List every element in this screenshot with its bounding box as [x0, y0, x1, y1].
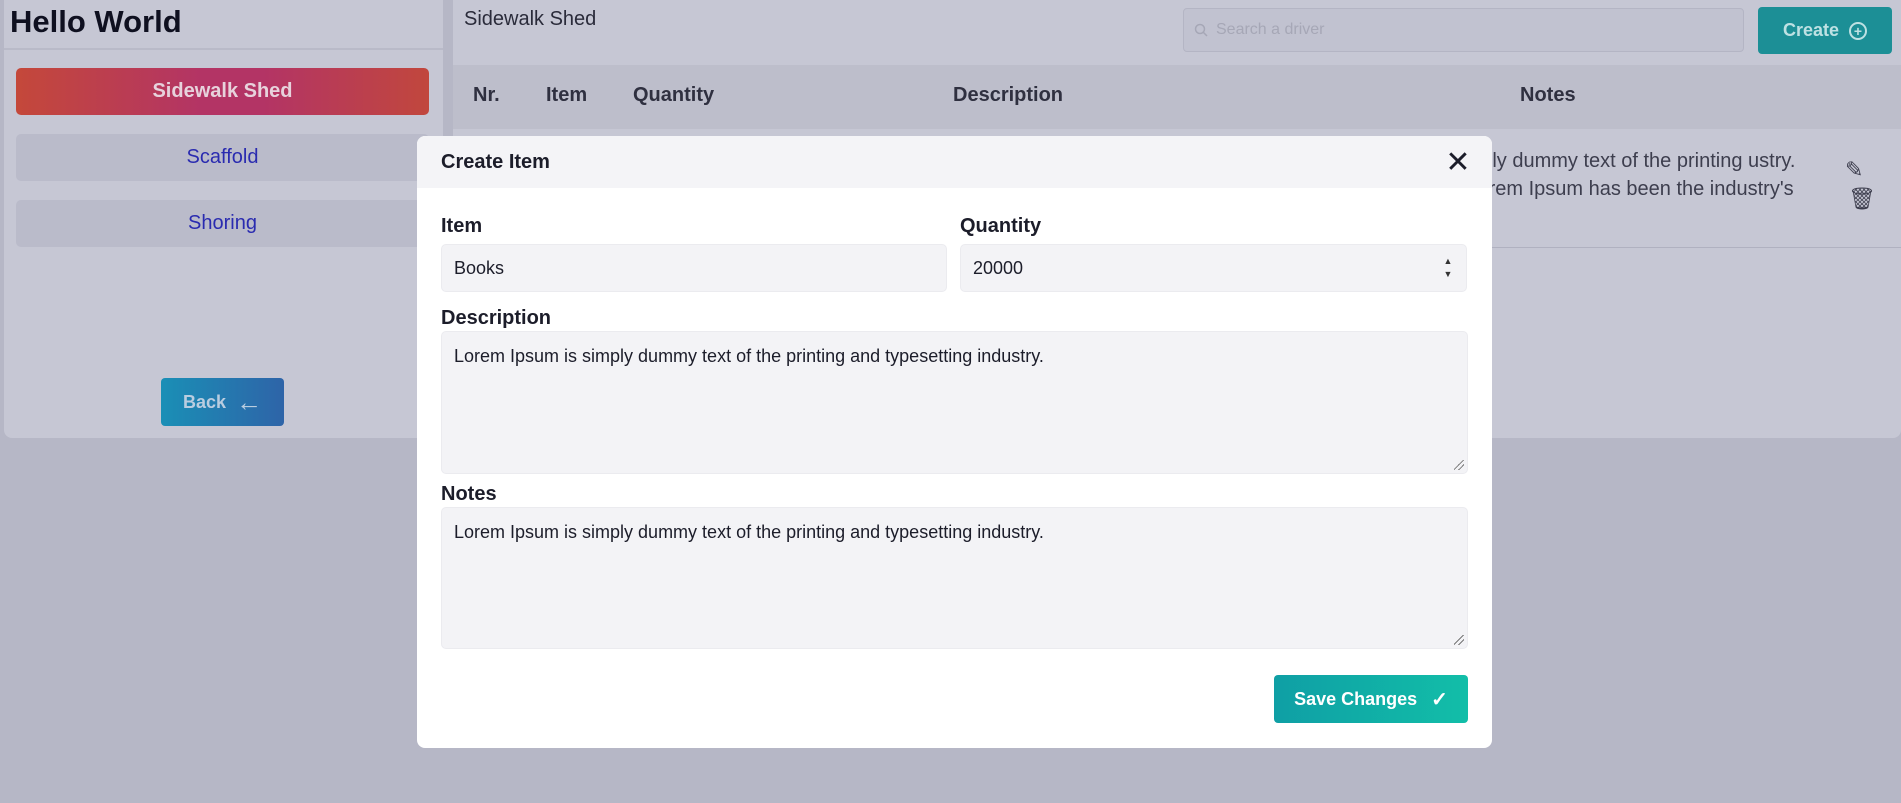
- column-header-item: Item: [546, 84, 588, 106]
- table-row-notes: mply dummy text of the printing ustry. L…: [1464, 150, 1796, 200]
- quantity-value: 20000: [973, 257, 1024, 278]
- app-title: Hello World: [10, 4, 182, 39]
- description-label: Description: [441, 307, 552, 329]
- notes-value: Lorem Ipsum is simply dummy text of the …: [454, 522, 1044, 542]
- page-title: Sidewalk Shed: [464, 8, 597, 30]
- notes-label: Notes: [441, 483, 497, 505]
- sidebar-item-shoring[interactable]: Shoring: [16, 200, 429, 247]
- item-value: Books: [454, 257, 505, 278]
- sidebar-item-sidewalk-shed[interactable]: Sidewalk Shed: [16, 68, 429, 115]
- trash-icon[interactable]: 🗑: [1848, 187, 1876, 212]
- sidebar-item-scaffold[interactable]: Scaffold: [16, 134, 429, 181]
- quantity-label: Quantity: [960, 215, 1042, 237]
- search-icon: [1194, 23, 1208, 37]
- search-placeholder: Search a driver: [1216, 21, 1325, 38]
- resize-handle[interactable]: [1454, 635, 1464, 645]
- create-button[interactable]: Create +: [1758, 7, 1892, 54]
- item-label: Item: [441, 215, 483, 237]
- check-icon: ✓: [1431, 688, 1448, 711]
- back-label: Back: [182, 391, 227, 412]
- column-header-description: Description: [953, 84, 1064, 106]
- edit-icon[interactable]: ✎: [1845, 158, 1863, 183]
- description-textarea[interactable]: Lorem Ipsum is simply dummy text of the …: [441, 331, 1468, 474]
- plus-circle-icon: +: [1849, 21, 1868, 40]
- search-input[interactable]: Search a driver: [1183, 8, 1744, 52]
- resize-handle[interactable]: [1454, 460, 1464, 470]
- column-header-nr: Nr.: [473, 84, 500, 106]
- back-button[interactable]: Back ←: [161, 378, 284, 426]
- item-input[interactable]: Books: [441, 244, 947, 292]
- column-header-notes: Notes: [1520, 84, 1576, 106]
- back-arrow-icon: ←: [236, 387, 263, 417]
- modal-title: Create Item: [441, 151, 550, 173]
- column-header-quantity: Quantity: [633, 84, 715, 106]
- save-label: Save Changes: [1294, 688, 1418, 709]
- create-label: Create: [1782, 20, 1840, 40]
- quantity-stepper[interactable]: 20000 ▲ ▼: [960, 244, 1467, 292]
- create-item-modal: Create Item ✕ Item Books Quantity 20000 …: [417, 136, 1492, 748]
- save-changes-button[interactable]: Save Changes ✓: [1274, 675, 1468, 723]
- notes-textarea[interactable]: Lorem Ipsum is simply dummy text of the …: [441, 507, 1468, 649]
- description-value: Lorem Ipsum is simply dummy text of the …: [454, 346, 1044, 366]
- modal-header: Create Item ✕: [417, 136, 1492, 188]
- close-icon[interactable]: ✕: [1441, 145, 1475, 180]
- stepper-icon[interactable]: ▲ ▼: [1442, 257, 1454, 279]
- sidebar-divider: [4, 48, 443, 50]
